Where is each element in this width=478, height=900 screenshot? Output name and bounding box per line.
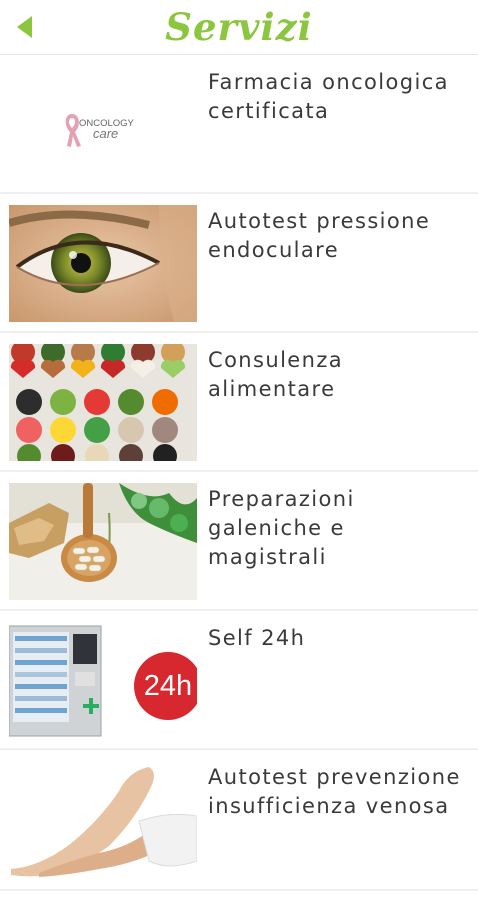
service-item-self-24h[interactable]: 24h Self 24h (0, 611, 478, 750)
herbs-capsules-photo (9, 483, 197, 600)
service-item-venous[interactable]: Autotest prevenzione insufficienza venos… (0, 750, 478, 891)
service-item-eye-pressure[interactable]: Autotest pressione endoculare (0, 194, 478, 333)
page-title: Servizi (165, 5, 313, 49)
service-label: Preparazioni galeniche e magistrali (208, 487, 355, 569)
vending-machine-photo: 24h (9, 622, 197, 739)
legs-photo (9, 761, 197, 878)
service-item-nutrition[interactable]: Consulenza alimentare (0, 333, 478, 472)
eye-photo (9, 205, 197, 322)
service-label: Self 24h (208, 626, 306, 650)
service-label: Consulenza alimentare (208, 348, 344, 401)
service-label: Autotest pressione endoculare (208, 209, 431, 262)
logo-bottom-text: care (93, 126, 118, 141)
header-bar: Servizi (0, 0, 478, 55)
badge-24h: 24h (134, 652, 197, 720)
service-label: Farmacia oncologica certificata (208, 70, 449, 123)
services-list: ONCOLOGY care Farmacia oncologica certif… (0, 55, 478, 891)
food-bowls-photo (9, 344, 197, 461)
service-label: Autotest prevenzione insufficienza venos… (208, 765, 461, 818)
oncology-care-logo: ONCOLOGY care (9, 66, 197, 183)
service-item-galenic[interactable]: Preparazioni galeniche e magistrali (0, 472, 478, 611)
service-item-oncology[interactable]: ONCOLOGY care Farmacia oncologica certif… (0, 55, 478, 194)
